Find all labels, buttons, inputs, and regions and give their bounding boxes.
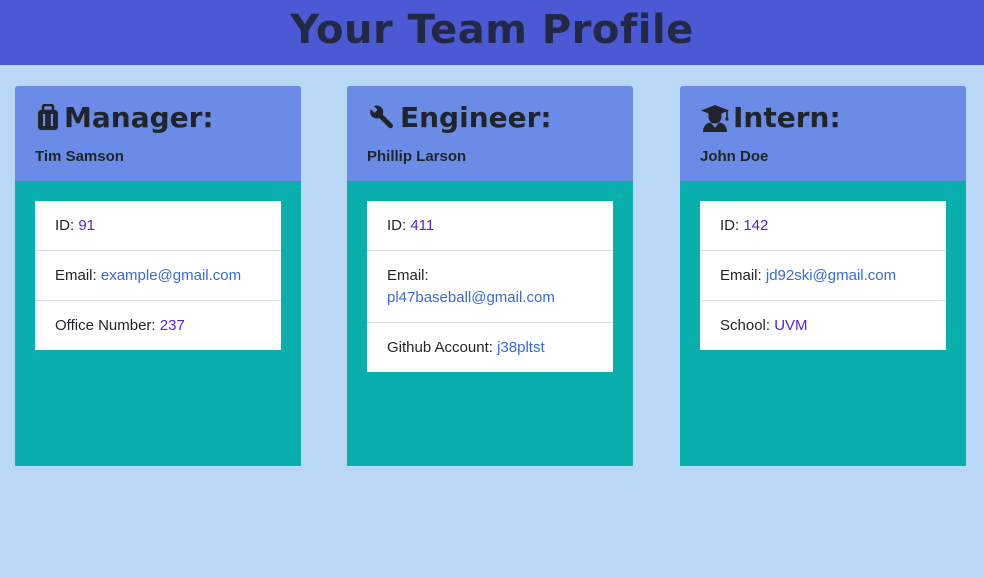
list-item-id: ID: 91 (35, 201, 281, 250)
email-link[interactable]: example@gmail.com (101, 267, 241, 284)
id-label: ID: (720, 217, 740, 234)
role-title: Intern: (733, 101, 841, 134)
info-list: ID: 142 Email: jd92ski@gmail.com School:… (700, 201, 946, 350)
employee-name: Tim Samson (35, 148, 124, 165)
id-value: 411 (410, 217, 435, 234)
github-link[interactable]: j38pltst (497, 339, 545, 356)
list-item-email: Email: jd92ski@gmail.com (700, 250, 946, 300)
id-value: 91 (78, 217, 96, 234)
id-value: 142 (743, 217, 769, 234)
card-header: Manager: Tim Samson (15, 86, 301, 182)
briefcase-icon (35, 104, 61, 132)
list-item-id: ID: 411 (367, 201, 613, 250)
email-link[interactable]: jd92ski@gmail.com (766, 267, 896, 284)
card-header: Engineer: Phillip Larson (347, 86, 633, 182)
graduate-icon (700, 104, 730, 132)
employee-name: John Doe (700, 148, 769, 165)
engineer-card: Engineer: Phillip Larson ID: 411 Email: … (347, 86, 633, 466)
intern-card: Intern: John Doe ID: 142 Email: jd92ski@… (680, 86, 966, 466)
manager-card: Manager: Tim Samson ID: 91 Email: exampl… (15, 86, 301, 466)
office-number-label: Office Number: (55, 317, 156, 334)
email-label: Email: (387, 267, 429, 284)
list-item-github: Github Account: j38pltst (367, 322, 613, 372)
github-label: Github Account: (387, 339, 493, 356)
list-item-email: Email: pl47baseball@gmail.com (367, 250, 613, 322)
employee-name: Phillip Larson (367, 148, 467, 165)
email-label: Email: (55, 267, 97, 284)
list-item-office: Office Number: 237 (35, 300, 281, 350)
info-list: ID: 411 Email: pl47baseball@gmail.com Gi… (367, 201, 613, 372)
list-item-email: Email: example@gmail.com (35, 250, 281, 300)
card-header: Intern: John Doe (680, 86, 966, 182)
list-item-school: School: UVM (700, 300, 946, 350)
wrench-icon (367, 104, 397, 132)
school-value: UVM (774, 317, 808, 334)
id-label: ID: (55, 217, 75, 234)
info-list: ID: 91 Email: example@gmail.com Office N… (35, 201, 281, 350)
page-header: Your Team Profile (0, 0, 984, 65)
email-label: Email: (720, 267, 762, 284)
role-title: Engineer: (400, 101, 552, 134)
id-label: ID: (387, 217, 407, 234)
page-title: Your Team Profile (290, 6, 694, 53)
list-item-id: ID: 142 (700, 201, 946, 250)
office-number-value: 237 (159, 317, 185, 334)
school-label: School: (720, 317, 771, 334)
role-title: Manager: (64, 101, 214, 134)
email-link[interactable]: pl47baseball@gmail.com (387, 289, 555, 306)
